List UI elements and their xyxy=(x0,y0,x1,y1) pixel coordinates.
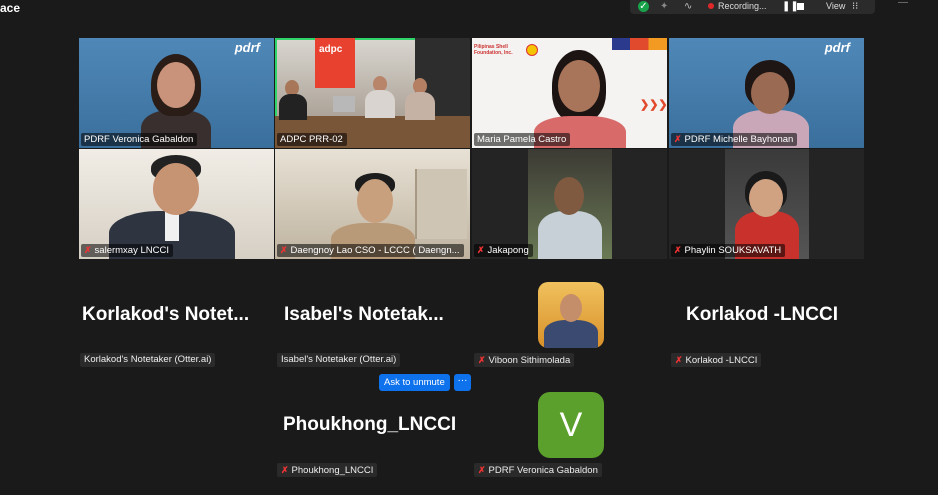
participant-name: ✗ Korlakod -LNCCI xyxy=(671,353,762,367)
participant-face xyxy=(560,294,582,322)
participant-body xyxy=(279,94,307,120)
stop-icon[interactable] xyxy=(797,3,804,10)
loop-icon[interactable]: ∿ xyxy=(684,1,692,12)
participant-face xyxy=(558,60,600,112)
recording-label: Recording... xyxy=(718,1,767,11)
grid-icon[interactable]: ⁝⁝ xyxy=(852,1,858,12)
top-bar: ace ✓ ✦ ∿ Recording... ❚❚ View ⁝⁝ xyxy=(0,0,938,18)
video-tile[interactable]: ✗ Daengnoy Lao CSO - LCCC ( Daengn... xyxy=(275,149,470,259)
more-options-button[interactable]: ··· xyxy=(454,374,471,391)
pdrf-logo: pdrf xyxy=(234,40,260,55)
pdrf-logo: pdrf xyxy=(824,40,850,55)
avatar: V xyxy=(538,392,604,458)
video-tile[interactable]: ✗ Phaylin SOUKSAVATH xyxy=(669,149,864,259)
participant-name: Korlakod's Notetaker (Otter.ai) xyxy=(80,353,216,367)
laptop xyxy=(333,96,355,112)
participant-name: ✗ Phaylin SOUKSAVATH xyxy=(671,244,786,257)
mic-muted-icon: ✗ xyxy=(281,465,289,475)
adpc-banner: adpc xyxy=(315,38,355,88)
participant-name: ✗ salermxay LNCCI xyxy=(81,244,173,257)
shirt-collar xyxy=(165,211,179,241)
sparkle-icon[interactable]: ✦ xyxy=(660,1,668,12)
participant-face xyxy=(153,163,199,215)
participant-name: ✗ Daengnoy Lao CSO - LCCC ( Daengn... xyxy=(277,244,464,257)
participant-face xyxy=(554,177,584,215)
video-tile[interactable]: pdrf ✗ PDRF Michelle Bayhonan xyxy=(669,38,864,148)
recording-dot-icon xyxy=(708,3,714,9)
participant-body xyxy=(405,92,435,120)
shell-logo-icon xyxy=(526,44,538,56)
shield-check-icon[interactable]: ✓ xyxy=(638,1,649,12)
participant-display-name: Korlakod -LNCCI xyxy=(686,304,838,325)
participant-display-name: Phoukhong_LNCCI xyxy=(283,414,457,435)
ask-to-unmute-button[interactable]: Ask to unmute xyxy=(379,374,450,391)
participant-body xyxy=(538,211,602,259)
participant-display-name: Korlakod's Notet... xyxy=(82,304,250,325)
view-button[interactable]: View xyxy=(826,1,845,11)
shell-foundation-logo: Pilipinas Shell Foundation, Inc. xyxy=(474,44,513,56)
participant-face xyxy=(357,179,393,223)
mic-muted-icon: ✗ xyxy=(84,245,92,255)
video-tile[interactable]: ✗ salermxay LNCCI xyxy=(79,149,274,259)
bookshelf xyxy=(415,169,467,239)
participant-name: Maria Pamela Castro xyxy=(474,133,571,146)
video-tile[interactable]: ✗ Jakapong xyxy=(472,149,667,259)
mic-muted-icon: ✗ xyxy=(478,465,486,475)
participant-name: ✗ Viboon Sithimolada xyxy=(474,353,575,367)
mic-muted-icon: ✗ xyxy=(674,245,682,255)
avatar xyxy=(538,282,604,348)
meeting-controls: ✓ ✦ ∿ Recording... ❚❚ View ⁝⁝ xyxy=(630,0,875,14)
participant-name: ✗ PDRF Michelle Bayhonan xyxy=(671,133,798,146)
mic-muted-icon: ✗ xyxy=(674,134,682,144)
minimize-icon[interactable] xyxy=(898,2,908,3)
video-feed xyxy=(528,149,612,259)
participant-display-name: Isabel's Notetak... xyxy=(284,304,444,325)
participant-body xyxy=(544,320,598,348)
mic-muted-icon: ✗ xyxy=(477,245,485,255)
mic-muted-icon: ✗ xyxy=(675,355,683,365)
participant-face xyxy=(157,62,195,108)
mic-muted-icon: ✗ xyxy=(478,355,486,365)
participant-name: ✗ PDRF Veronica Gabaldon xyxy=(474,463,602,477)
participant-body xyxy=(365,90,395,118)
video-feed xyxy=(725,149,809,259)
arrow-decor-icon: ❯❯❯ xyxy=(640,99,667,111)
mic-muted-icon: ✗ xyxy=(280,245,288,255)
participant-face xyxy=(749,179,783,217)
participant-name: ✗ Phoukhong_LNCCI xyxy=(277,463,378,477)
video-tile[interactable]: adpc ADPC PRR-02 xyxy=(275,38,470,148)
video-tile[interactable]: pdrf PDRF Veronica Gabaldon xyxy=(79,38,274,148)
participant-face xyxy=(751,72,789,114)
participant-name: ✗ Jakapong xyxy=(474,244,533,257)
app-title: ace xyxy=(0,1,21,15)
participant-name: Isabel's Notetaker (Otter.ai) xyxy=(277,353,401,367)
participant-name: PDRF Veronica Gabaldon xyxy=(81,133,198,146)
video-tile[interactable]: Pilipinas Shell Foundation, Inc. ❯❯❯ Mar… xyxy=(472,38,667,148)
banner-stripes xyxy=(612,38,667,50)
participant-name: ADPC PRR-02 xyxy=(277,133,347,146)
